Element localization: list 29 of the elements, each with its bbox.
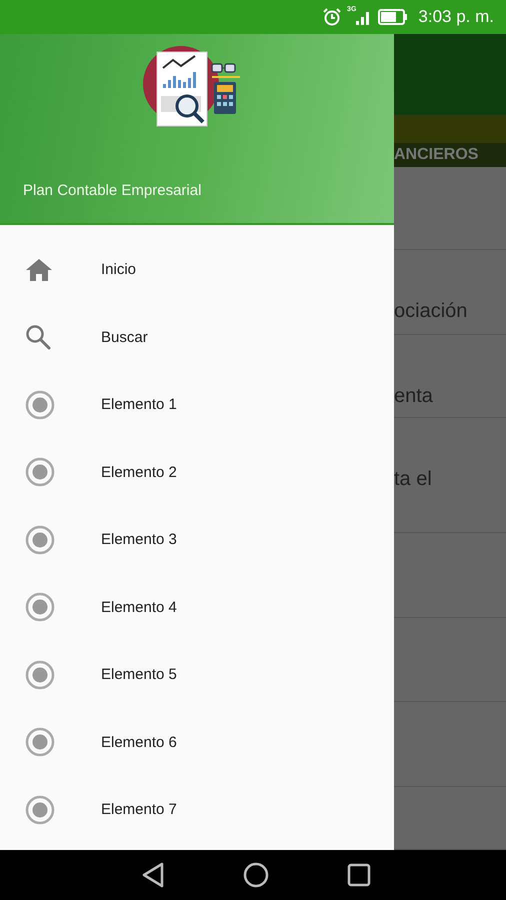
menu-item[interactable]: Elemento 6 [101,734,177,751]
search-icon [25,324,51,350]
list-row-text: ta el [394,468,432,491]
menu-item[interactable]: Inicio [101,261,136,278]
radio-icon [25,524,55,555]
tab-label: ANCIEROS [394,146,478,164]
home-icon [25,258,53,282]
back-icon[interactable] [141,862,165,888]
radio-icon [25,794,55,825]
recents-icon[interactable] [347,863,371,887]
menu-item[interactable]: Elemento 5 [101,666,177,684]
menu-item[interactable]: Elemento 7 [101,801,177,818]
home-circle-icon[interactable] [243,862,269,888]
menu-item[interactable]: Elemento 4 [101,598,177,616]
menu-item[interactable]: Elemento 2 [101,464,177,481]
alarm-icon [323,8,342,26]
menu-item[interactable]: Elemento 1 [101,396,177,414]
radio-icon [25,660,55,690]
list-row-text: ociación [394,300,468,323]
radio-icon [25,727,55,758]
battery-icon [378,9,408,25]
list-row-text: enta [394,385,433,408]
menu-item[interactable]: Elemento 3 [101,531,177,548]
radio-icon [25,592,55,622]
app-title: Plan Contable Empresarial [23,182,202,199]
clock-time: 3:03 p. m. [418,7,494,27]
radio-icon [25,390,55,420]
radio-icon [25,457,55,488]
menu-item[interactable]: Buscar [101,328,148,346]
